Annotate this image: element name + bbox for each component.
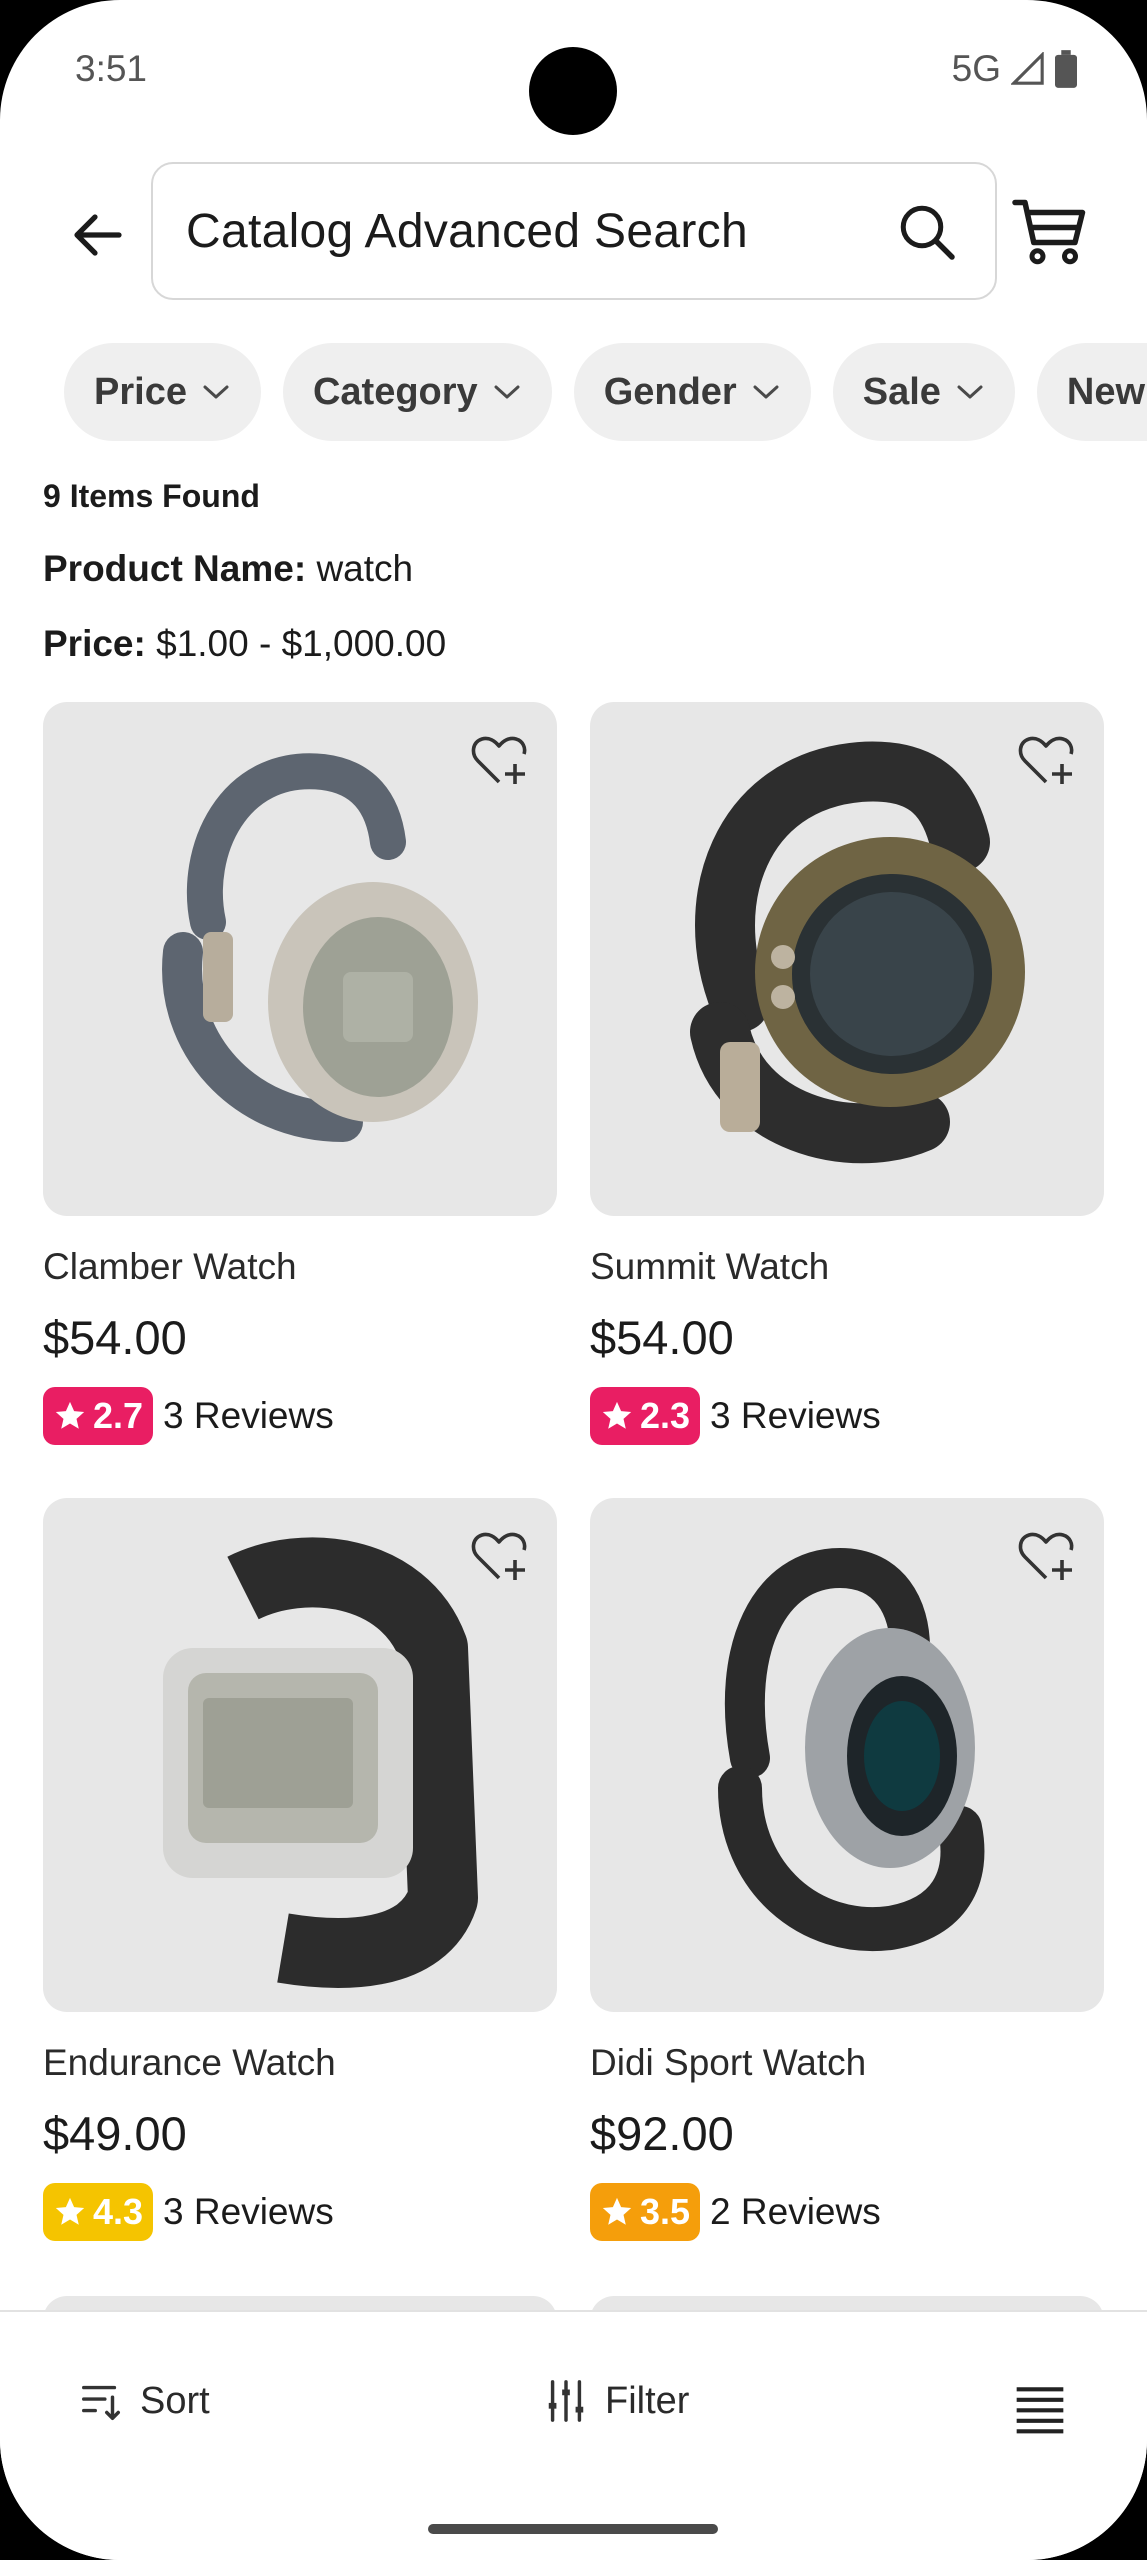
product-price: $54.00 [590, 1311, 734, 1364]
criteria-price: Price: $1.00 - $1,000.00 [43, 623, 446, 665]
product-price: $92.00 [590, 2107, 734, 2160]
rating-badge: 2.3 [590, 1387, 701, 1445]
product-rating: 3.5 2 Reviews [590, 2183, 1104, 2241]
filter-button[interactable]: Filter [543, 2378, 689, 2424]
rating-value: 2.3 [640, 1395, 691, 1436]
product-card[interactable]: Clamber Watch $54.00 2.7 3 Reviews [43, 702, 557, 1445]
wishlist-add-icon[interactable] [469, 1526, 529, 1586]
product-name: Summit Watch [590, 1246, 830, 1287]
network-label: 5G [951, 48, 1001, 89]
product-name: Endurance Watch [43, 2042, 336, 2083]
chip-label: New [1066, 370, 1146, 413]
sort-button[interactable]: Sort [78, 2378, 210, 2424]
star-icon [602, 2197, 632, 2225]
criteria-key: Product Name: [43, 548, 307, 589]
home-indicator[interactable] [428, 2524, 718, 2534]
product-rating: 4.3 3 Reviews [43, 2183, 557, 2241]
product-rating: 2.7 3 Reviews [43, 1387, 557, 1445]
criteria-value: $1.00 - $1,000.00 [156, 623, 447, 664]
search-field-text: Catalog Advanced Search [186, 205, 748, 258]
product-name: Didi Sport Watch [590, 2042, 867, 2083]
product-card[interactable]: Endurance Watch $49.00 4.3 3 Reviews [43, 1498, 557, 2241]
chip-label: Gender [603, 370, 737, 413]
filter-sliders-icon [548, 2380, 584, 2422]
product-image[interactable] [590, 702, 1104, 1216]
criteria-value: watch [316, 548, 414, 589]
wishlist-add-icon[interactable] [469, 730, 529, 790]
product-image[interactable] [43, 1498, 557, 2012]
chevron-down-icon [203, 385, 229, 399]
filter-chip-category[interactable]: Category [282, 343, 552, 441]
criteria-key: Price: [43, 623, 146, 664]
rating-value: 3.5 [640, 2191, 691, 2232]
camera-cutout [529, 47, 617, 135]
filter-chip-sale[interactable]: Sale [832, 343, 1015, 441]
search-button[interactable] [897, 202, 957, 262]
rating-badge: 2.7 [43, 1387, 154, 1445]
rating-value: 4.3 [93, 2191, 144, 2232]
sort-label: Sort [140, 2379, 210, 2422]
star-icon [55, 1401, 85, 1429]
star-icon [602, 1401, 632, 1429]
chevron-down-icon [494, 385, 520, 399]
review-count: 3 Reviews [710, 1395, 881, 1436]
filter-label: Filter [605, 2379, 690, 2422]
product-image[interactable] [590, 1498, 1104, 2012]
review-count: 3 Reviews [163, 1395, 334, 1436]
phone-screen: 3:51 5G Catalog Advanced Search Price Ca… [0, 0, 1147, 2560]
arrow-left-icon [74, 214, 122, 256]
search-field[interactable]: Catalog Advanced Search [151, 162, 997, 300]
status-icons: 5G [952, 48, 1077, 90]
criteria-product-name: Product Name: watch [43, 548, 413, 590]
chip-label: Price [94, 370, 187, 413]
app-header: Catalog Advanced Search [0, 160, 1147, 300]
star-icon [55, 2197, 85, 2225]
filter-chip-new[interactable]: New [1036, 343, 1147, 441]
product-name: Clamber Watch [43, 1246, 297, 1287]
rating-value: 2.7 [93, 1395, 144, 1436]
list-view-icon[interactable] [1012, 2380, 1068, 2436]
status-time: 3:51 [75, 48, 148, 89]
rating-badge: 4.3 [43, 2183, 154, 2241]
signal-icon [1011, 52, 1044, 85]
status-bar: 3:51 5G [0, 0, 1147, 140]
chip-label: Sale [862, 370, 941, 413]
back-button[interactable] [62, 200, 132, 270]
bottom-action-bar: Sort Filter [0, 2310, 1147, 2560]
product-card[interactable]: Didi Sport Watch $92.00 3.5 2 Reviews [590, 1498, 1104, 2241]
wishlist-add-icon[interactable] [1016, 730, 1076, 790]
review-count: 2 Reviews [710, 2191, 881, 2232]
product-price: $49.00 [43, 2107, 187, 2160]
sort-icon [82, 2385, 120, 2420]
product-rating: 2.3 3 Reviews [590, 1387, 1104, 1445]
filter-chip-price[interactable]: Price [64, 343, 261, 441]
cart-icon [1012, 199, 1086, 265]
product-image[interactable] [43, 702, 557, 1216]
rating-badge: 3.5 [590, 2183, 701, 2241]
wishlist-add-icon[interactable] [1016, 1526, 1076, 1586]
chevron-down-icon [957, 385, 983, 399]
chip-label: Category [312, 370, 478, 413]
product-price: $54.00 [43, 1311, 187, 1364]
product-card[interactable]: Summit Watch $54.00 2.3 3 Reviews [590, 702, 1104, 1445]
battery-icon [1055, 50, 1077, 88]
chevron-down-icon [753, 385, 779, 399]
filter-chip-row: Price Category Gender Sale New [64, 343, 1147, 441]
filter-chip-gender[interactable]: Gender [573, 343, 811, 441]
search-icon [900, 205, 955, 260]
cart-button[interactable] [1010, 190, 1090, 270]
results-count: 9 Items Found [43, 478, 260, 514]
review-count: 3 Reviews [163, 2191, 334, 2232]
